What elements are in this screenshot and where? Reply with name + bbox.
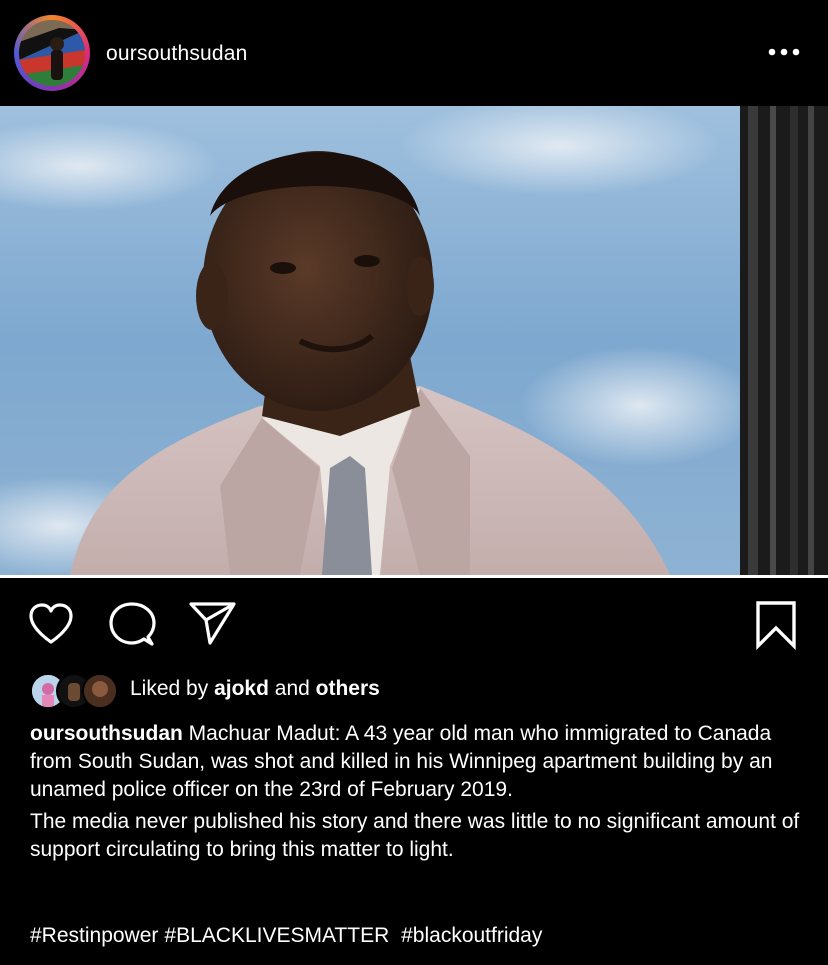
- more-horizontal-icon[interactable]: [766, 44, 802, 60]
- caption-username[interactable]: oursouthsudan: [30, 722, 183, 745]
- likes-row: Liked by ajokd and others: [30, 672, 810, 709]
- post-photo[interactable]: [0, 106, 828, 575]
- hashtag[interactable]: #BLACKLIVESMATTER: [164, 924, 389, 947]
- hashtag-list: #Restinpower #BLACKLIVESMATTER #blackoutf…: [30, 924, 548, 948]
- heart-icon[interactable]: [27, 602, 75, 651]
- liker-username[interactable]: ajokd: [214, 677, 269, 700]
- post-username[interactable]: oursouthsudan: [106, 42, 248, 66]
- send-icon[interactable]: [188, 600, 238, 651]
- avatar[interactable]: [19, 20, 85, 86]
- action-bar: [0, 578, 828, 658]
- post-header: oursouthsudan: [0, 0, 828, 106]
- likes-summary: Liked by ajokd and others: [130, 677, 380, 701]
- likes-others[interactable]: others: [316, 677, 380, 700]
- caption-text-2: The media never published his story and …: [30, 810, 800, 861]
- bookmark-icon[interactable]: [754, 600, 798, 655]
- avatar[interactable]: [82, 673, 118, 709]
- hashtag[interactable]: #Restinpower: [30, 924, 158, 947]
- liker-avatars[interactable]: [30, 672, 120, 709]
- likes-conjunction: and: [274, 677, 310, 700]
- profile-avatar-ring[interactable]: [14, 15, 90, 91]
- post-caption: oursouthsudan Machuar Madut: A 43 year o…: [30, 720, 805, 864]
- comment-icon[interactable]: [108, 602, 156, 653]
- hashtag[interactable]: #blackoutfriday: [401, 924, 542, 947]
- likes-prefix: Liked by: [130, 677, 209, 700]
